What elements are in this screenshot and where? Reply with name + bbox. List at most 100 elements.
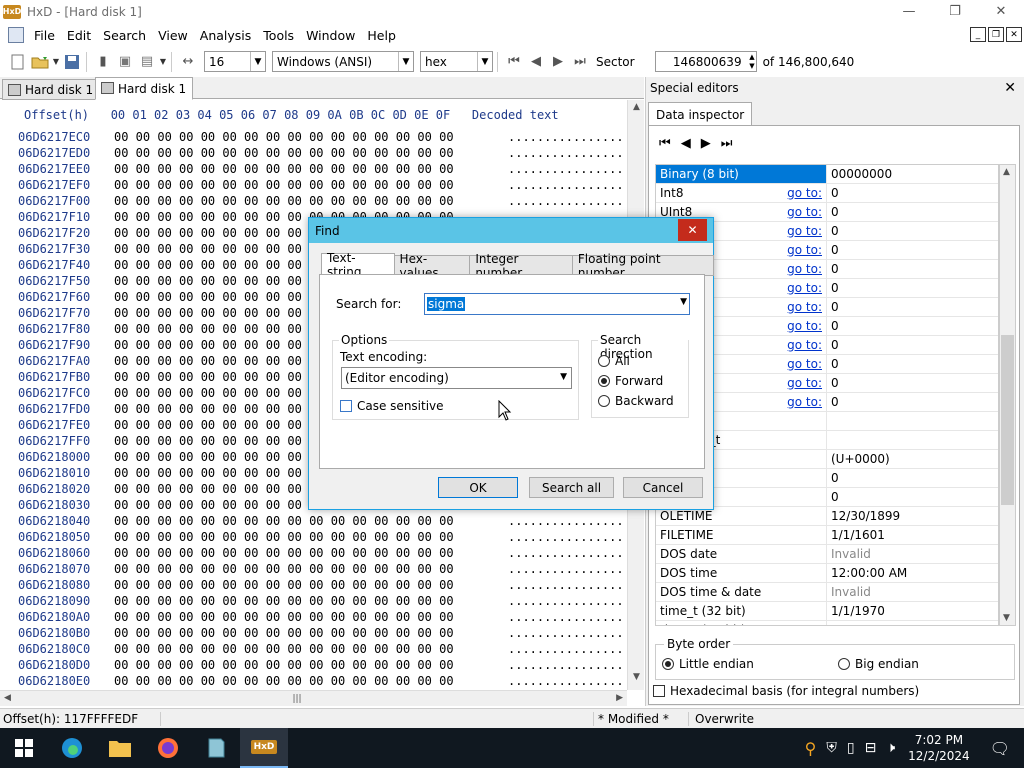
close-button[interactable]: ✕ <box>978 0 1024 23</box>
row-decoded-text[interactable]: ................ <box>508 594 624 608</box>
last-sector-icon[interactable]: ⏭ <box>570 52 590 72</box>
panel-close-icon[interactable]: ✕ <box>1004 80 1016 96</box>
volume-icon[interactable]: 🕨 <box>886 740 895 756</box>
last-icon[interactable]: ⏭ <box>721 136 733 151</box>
previous-icon[interactable]: ◀ <box>681 136 691 151</box>
row-bytes[interactable]: 00 00 00 00 00 00 00 00 00 00 00 00 00 0… <box>114 626 454 640</box>
row-bytes[interactable]: 00 00 00 00 00 00 00 00 00 00 00 00 00 0… <box>114 658 454 672</box>
firefox-icon[interactable] <box>144 728 192 768</box>
inspector-value[interactable]: 0 <box>826 203 998 221</box>
tab-hard-disk-1-active[interactable]: Hard disk 1 <box>95 77 194 100</box>
row-bytes[interactable]: 00 00 00 00 00 00 00 00 00 00 00 00 00 0… <box>114 194 454 208</box>
tab-hard-disk-1[interactable]: Hard disk 1 <box>2 79 101 100</box>
charset-select[interactable]: Windows (ANSI) ▼ <box>272 51 414 72</box>
offset-base-select[interactable]: hex ▼ <box>420 51 493 72</box>
start-button[interactable] <box>0 728 48 768</box>
inspector-row[interactable]: time_t (64 bit) 1/1/1970 <box>656 621 998 625</box>
goto-link[interactable]: go to: <box>787 395 822 409</box>
save-icon[interactable] <box>62 52 82 72</box>
inspector-value[interactable]: Invalid <box>826 583 998 601</box>
menu-view[interactable]: View <box>152 28 194 43</box>
row-bytes[interactable]: 00 00 00 00 00 00 00 00 00 00 00 00 00 0… <box>114 562 454 576</box>
case-sensitive-checkbox[interactable]: Case sensitive <box>340 399 444 413</box>
close-file-icon[interactable]: ▮ <box>93 52 113 72</box>
data-inspector-scrollbar[interactable]: ▲ ▼ <box>999 164 1016 626</box>
mdi-close-button[interactable]: ✕ <box>1006 27 1022 42</box>
inspector-row[interactable]: DOS time & date Invalid <box>656 583 998 602</box>
inspector-row[interactable]: DOS time 12:00:00 AM <box>656 564 998 583</box>
scroll-thumb[interactable] <box>1001 335 1014 505</box>
row-decoded-text[interactable]: ................ <box>508 194 624 208</box>
search-icon[interactable]: ⚲ <box>805 739 817 758</box>
row-bytes[interactable]: 00 00 00 00 00 00 00 00 00 00 00 00 00 0… <box>114 642 454 656</box>
goto-link[interactable]: go to: <box>787 186 822 200</box>
menu-window[interactable]: Window <box>300 28 361 43</box>
goto-link[interactable]: go to: <box>787 281 822 295</box>
open-folder-icon[interactable] <box>30 52 50 72</box>
row-bytes[interactable]: 00 00 00 00 00 00 00 00 00 00 00 00 00 0… <box>114 610 454 624</box>
sector-spinner-icon[interactable]: ▲ ▼ <box>749 53 754 71</box>
row-bytes[interactable]: 00 00 00 00 00 00 00 00 00 00 00 00 00 0… <box>114 530 454 544</box>
menu-edit[interactable]: Edit <box>61 28 97 43</box>
direction-backward-radio[interactable]: Backward <box>598 394 674 408</box>
scroll-down-icon[interactable]: ▼ <box>628 672 645 688</box>
inspector-value[interactable] <box>826 412 998 430</box>
maximize-button[interactable]: ❐ <box>932 0 978 23</box>
inspector-value[interactable] <box>826 431 998 449</box>
goto-link[interactable]: go to: <box>787 300 822 314</box>
scroll-up-icon[interactable]: ▲ <box>1003 167 1010 177</box>
chevron-down-icon[interactable]: ▼ <box>680 297 687 307</box>
menu-analysis[interactable]: Analysis <box>194 28 258 43</box>
row-bytes[interactable]: 00 00 00 00 00 00 00 00 00 00 00 00 00 0… <box>114 130 454 144</box>
row-bytes[interactable]: 00 00 00 00 00 00 00 00 00 00 00 00 00 0… <box>114 178 454 192</box>
search-input[interactable]: sigma ▼ <box>424 293 690 315</box>
row-bytes[interactable]: 00 00 00 00 00 00 00 00 00 00 00 00 00 0… <box>114 162 454 176</box>
network-icon[interactable]: ⊟ <box>865 740 877 756</box>
row-bytes[interactable]: 00 00 00 00 00 00 00 00 00 00 00 00 00 0… <box>114 674 454 688</box>
inspector-row[interactable]: FILETIME 1/1/1601 <box>656 526 998 545</box>
inspector-value[interactable]: 0 <box>826 488 998 506</box>
search-all-button[interactable]: Search all <box>529 477 614 498</box>
inspector-value[interactable]: 1/1/1970 <box>826 602 998 620</box>
tab-integer-number[interactable]: Integer number <box>469 252 573 280</box>
menu-file[interactable]: File <box>28 28 61 43</box>
tab-text-string[interactable]: Text-string <box>321 251 395 279</box>
scroll-thumb[interactable]: ||| <box>290 694 304 704</box>
goto-link[interactable]: go to: <box>787 262 822 276</box>
goto-link[interactable]: go to: <box>787 243 822 257</box>
clock[interactable]: 7:02 PM 12/2/2024 <box>908 732 970 764</box>
inspector-value[interactable]: 0 <box>826 279 998 297</box>
dialog-close-button[interactable]: ✕ <box>678 219 707 241</box>
inspector-value[interactable]: 0 <box>826 336 998 354</box>
row-decoded-text[interactable]: ................ <box>508 562 624 576</box>
next-sector-icon[interactable]: ▶ <box>548 52 568 72</box>
row-bytes[interactable]: 00 00 00 00 00 00 00 00 00 00 00 00 00 0… <box>114 594 454 608</box>
row-decoded-text[interactable]: ................ <box>508 674 624 688</box>
direction-forward-radio[interactable]: Forward <box>598 374 663 388</box>
inspector-value[interactable]: 0 <box>826 222 998 240</box>
inspector-row[interactable]: Binary (8 bit) 00000000 <box>656 165 998 184</box>
inspector-value[interactable]: 0 <box>826 374 998 392</box>
minimize-button[interactable]: — <box>886 0 932 23</box>
hex-horizontal-scrollbar[interactable]: ◀ ||| ▶ <box>0 690 627 706</box>
hex-basis-checkbox[interactable]: Hexadecimal basis (for integral numbers) <box>653 684 919 698</box>
new-file-icon[interactable] <box>8 52 28 72</box>
inspector-value[interactable]: 1/1/1601 <box>826 526 998 544</box>
mdi-minimize-button[interactable]: _ <box>970 27 986 42</box>
notifications-icon[interactable]: 🗨 <box>990 739 1010 758</box>
tab-data-inspector[interactable]: Data inspector <box>648 102 753 126</box>
tab-floating-point-number[interactable]: Floating point number <box>571 252 714 280</box>
row-bytes[interactable]: 00 00 00 00 00 00 00 00 00 00 00 00 00 0… <box>114 578 454 592</box>
shield-icon[interactable]: ⛨ <box>826 740 837 756</box>
edge-browser-icon[interactable] <box>48 728 96 768</box>
menu-help[interactable]: Help <box>361 28 402 43</box>
export-dropdown-icon[interactable]: ▼ <box>159 52 167 72</box>
inspector-value[interactable]: 0 <box>826 355 998 373</box>
first-sector-icon[interactable]: ⏮ <box>504 52 524 72</box>
goto-link[interactable]: go to: <box>787 338 822 352</box>
row-decoded-text[interactable]: ................ <box>508 610 624 624</box>
row-bytes[interactable]: 00 00 00 00 00 00 00 00 00 00 00 00 00 0… <box>114 514 454 528</box>
file-explorer-icon[interactable] <box>96 728 144 768</box>
goto-link[interactable]: go to: <box>787 205 822 219</box>
ok-button[interactable]: OK <box>438 477 518 498</box>
